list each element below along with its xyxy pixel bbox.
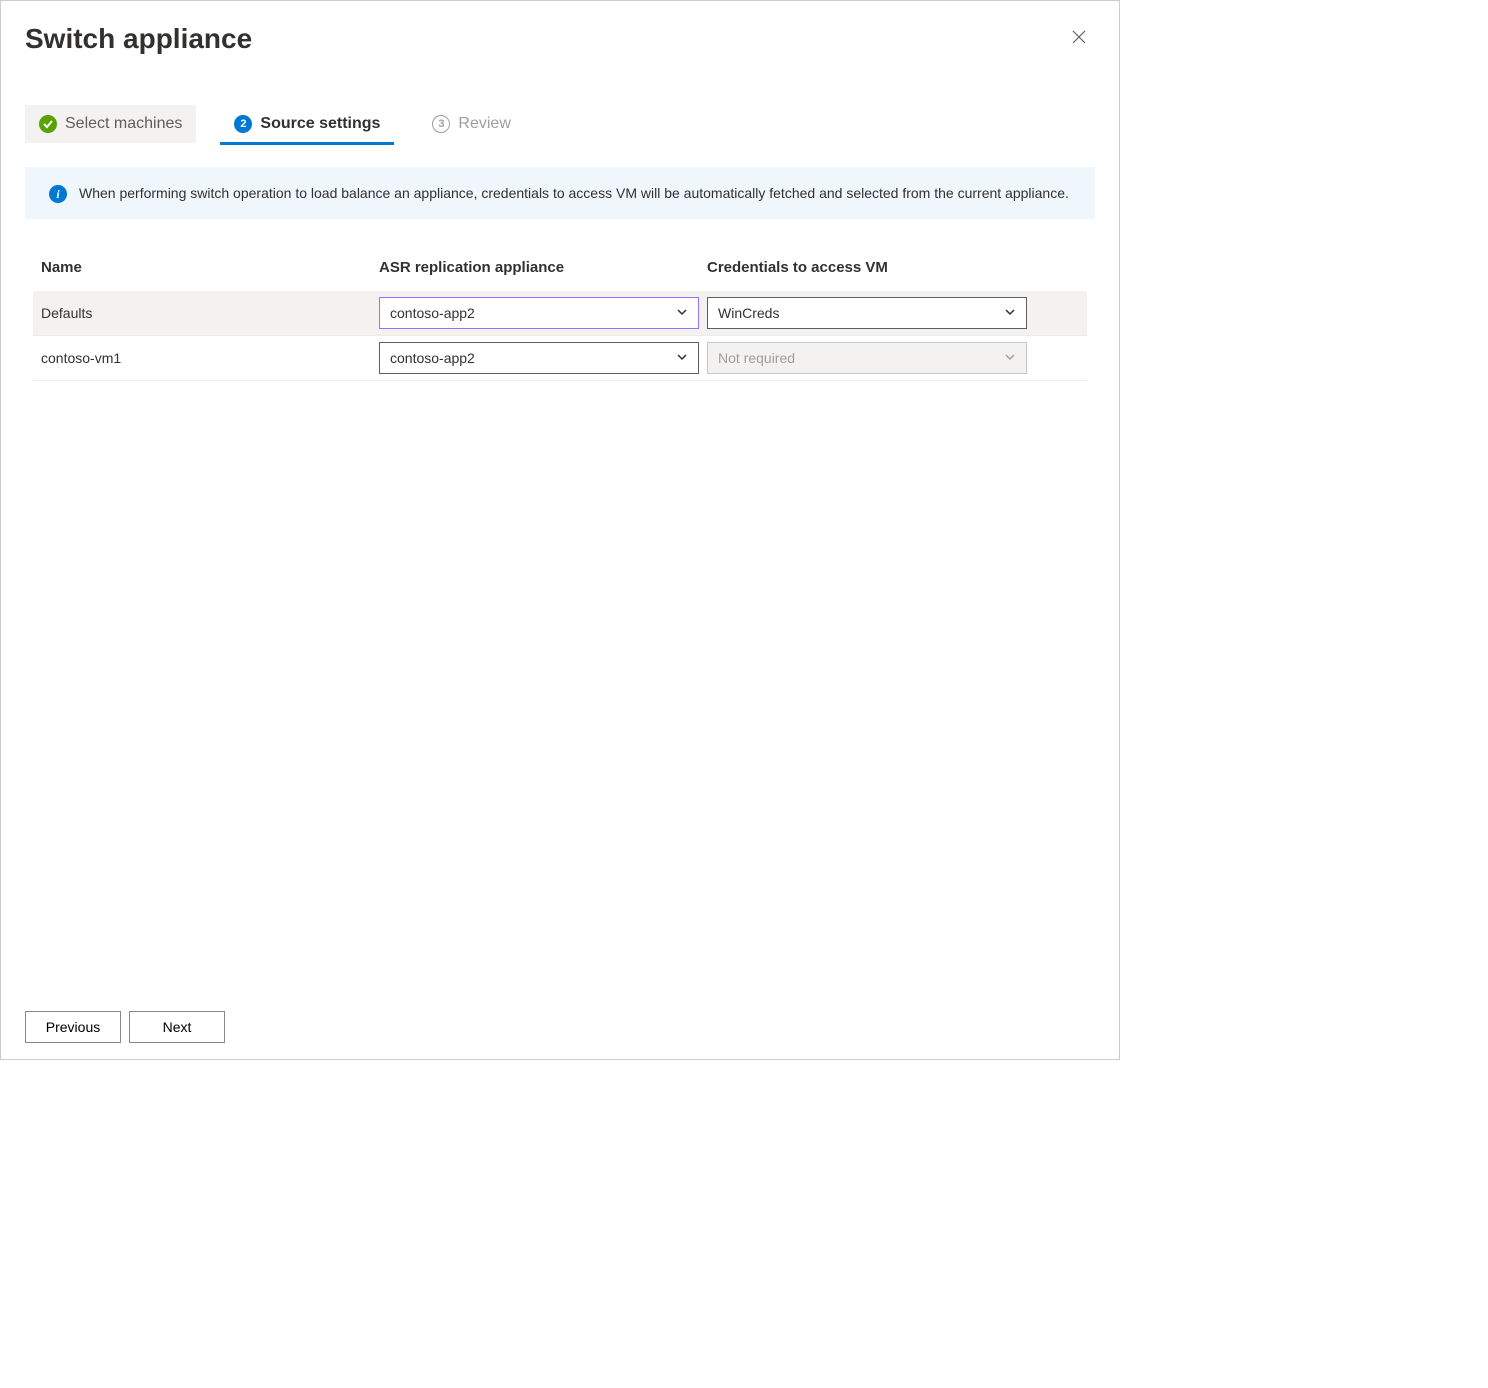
table-row: contoso-vm1 contoso-app2 Not required	[33, 336, 1087, 381]
panel-header: Switch appliance	[25, 21, 1095, 57]
close-icon	[1071, 29, 1087, 45]
tab-source-settings[interactable]: 2 Source settings	[220, 105, 394, 143]
table-row-defaults: Defaults contoso-app2 WinCreds	[33, 291, 1087, 336]
info-icon: i	[49, 185, 67, 203]
dropdown-value: contoso-app2	[390, 305, 475, 321]
close-button[interactable]	[1063, 21, 1095, 53]
chevron-down-icon	[676, 306, 688, 321]
step-number-icon: 3	[432, 115, 450, 133]
switch-appliance-panel: Switch appliance Select machines 2 Sourc…	[0, 0, 1120, 1060]
dropdown-value: Not required	[718, 350, 795, 366]
tab-label: Select machines	[65, 115, 182, 133]
credentials-dropdown-disabled: Not required	[707, 342, 1027, 374]
column-header-name: Name	[41, 259, 371, 276]
tab-label: Review	[458, 115, 510, 133]
dropdown-value: contoso-app2	[390, 350, 475, 366]
tab-review[interactable]: 3 Review	[418, 105, 524, 143]
row-name: Defaults	[41, 305, 371, 321]
column-header-credentials: Credentials to access VM	[707, 259, 1027, 276]
appliance-dropdown[interactable]: contoso-app2	[379, 342, 699, 374]
info-banner: i When performing switch operation to lo…	[25, 167, 1095, 219]
column-header-appliance: ASR replication appliance	[379, 259, 699, 276]
wizard-footer: Previous Next	[25, 1011, 1095, 1043]
previous-button[interactable]: Previous	[25, 1011, 121, 1043]
appliance-dropdown[interactable]: contoso-app2	[379, 297, 699, 329]
table-header: Name ASR replication appliance Credentia…	[33, 251, 1087, 291]
tab-select-machines[interactable]: Select machines	[25, 105, 196, 143]
chevron-down-icon	[1004, 351, 1016, 366]
row-name: contoso-vm1	[41, 350, 371, 366]
page-title: Switch appliance	[25, 21, 252, 57]
machines-table: Name ASR replication appliance Credentia…	[25, 251, 1095, 381]
credentials-dropdown[interactable]: WinCreds	[707, 297, 1027, 329]
tab-label: Source settings	[260, 115, 380, 133]
next-button[interactable]: Next	[129, 1011, 225, 1043]
dropdown-value: WinCreds	[718, 305, 779, 321]
chevron-down-icon	[676, 351, 688, 366]
step-number-icon: 2	[234, 115, 252, 133]
wizard-tabs: Select machines 2 Source settings 3 Revi…	[25, 105, 1095, 143]
info-text: When performing switch operation to load…	[79, 183, 1069, 203]
checkmark-icon	[39, 115, 57, 133]
chevron-down-icon	[1004, 306, 1016, 321]
